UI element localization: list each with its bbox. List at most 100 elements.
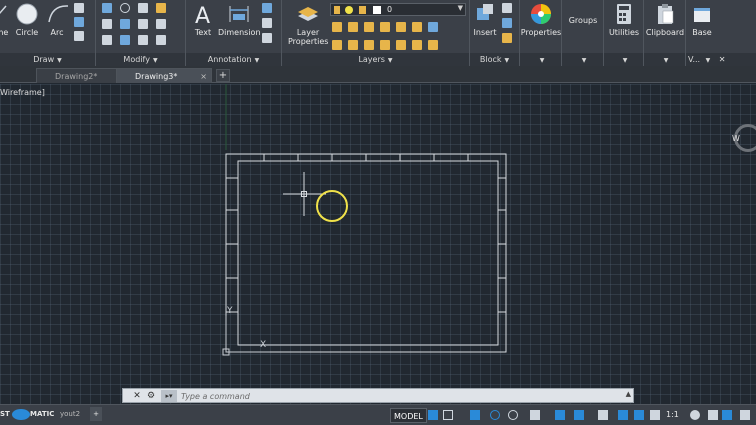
customization-icon[interactable] <box>740 410 750 420</box>
layer-previous-icon[interactable] <box>412 22 422 32</box>
layer-merge-icon[interactable] <box>396 40 406 50</box>
drawing-canvas[interactable]: Y X <box>0 84 756 404</box>
layer-current-icon[interactable] <box>428 22 438 32</box>
layer-unlock-icon[interactable] <box>364 40 374 50</box>
polar-icon[interactable] <box>490 410 500 420</box>
modify-panel-title[interactable]: Modify ▼ <box>96 53 185 66</box>
base-tool[interactable]: Base <box>686 2 718 37</box>
annotation-panel-title[interactable]: Annotation ▼ <box>186 53 281 66</box>
file-tab-bar: Drawing2* × Drawing3* × + <box>0 66 756 83</box>
layer-lock-icon[interactable] <box>380 22 390 32</box>
lineweight-icon[interactable] <box>574 410 584 420</box>
edit-block-icon[interactable] <box>502 18 512 28</box>
rectangle-icon[interactable] <box>74 3 84 13</box>
model-layout-tab[interactable]: ST <box>0 407 10 421</box>
grid-icon[interactable] <box>428 410 438 420</box>
layer-copy-icon[interactable] <box>428 40 438 50</box>
move-icon[interactable] <box>102 3 112 13</box>
circle-tool[interactable]: Circle <box>14 2 40 37</box>
annotation-scale-icon[interactable] <box>650 410 660 420</box>
transparency-icon[interactable] <box>598 410 608 420</box>
tab-drawing3[interactable]: Drawing3* × <box>116 68 212 83</box>
array-icon[interactable] <box>138 35 148 45</box>
isolate-objects-icon[interactable] <box>722 410 732 420</box>
utilities-tool[interactable]: Utilities <box>604 2 644 37</box>
explode-icon[interactable] <box>156 19 166 29</box>
clipboard-tool[interactable]: Clipboard <box>644 2 686 37</box>
visual-style-control[interactable]: Wireframe] <box>0 88 45 97</box>
command-history-icon[interactable]: ▸▾ <box>161 390 177 402</box>
model-space-button[interactable]: MODEL <box>390 408 427 423</box>
close-panel-icon[interactable]: ✕ <box>719 55 726 64</box>
plus-icon[interactable] <box>708 410 718 420</box>
layout1-tab[interactable]: MATIC <box>30 407 54 421</box>
leader-icon[interactable] <box>262 3 272 13</box>
scale-icon[interactable] <box>120 35 130 45</box>
copy-icon[interactable] <box>102 19 112 29</box>
annotation-visibility-icon[interactable] <box>618 410 628 420</box>
layer-delete-icon[interactable] <box>412 40 422 50</box>
mirror-icon[interactable] <box>120 19 130 29</box>
wrench-icon[interactable]: ⚙ <box>145 390 157 402</box>
layer-isolate-icon[interactable] <box>348 22 358 32</box>
outer-wall[interactable] <box>225 153 507 353</box>
trim-icon[interactable] <box>138 3 148 13</box>
layer-walk-icon[interactable] <box>380 40 390 50</box>
object-snap-tracking-icon[interactable] <box>530 410 540 420</box>
properties-panel-title[interactable]: ▼ <box>520 53 561 66</box>
layer-match-icon[interactable] <box>396 22 406 32</box>
autoscale-icon[interactable] <box>634 410 644 420</box>
inner-wall[interactable] <box>237 160 499 346</box>
gear-icon[interactable] <box>690 410 700 420</box>
layer-freeze-icon[interactable] <box>364 22 374 32</box>
command-input[interactable] <box>181 390 621 402</box>
close-command-line-icon[interactable]: ✕ <box>131 390 143 402</box>
block-small-tools <box>502 3 512 43</box>
layer-unisolate-icon[interactable] <box>332 40 342 50</box>
groups-tool[interactable]: Groups <box>562 16 604 25</box>
erase-icon[interactable] <box>156 3 166 13</box>
layer-thaw-icon[interactable] <box>348 40 358 50</box>
add-layout-button[interactable]: + <box>90 407 102 421</box>
object-snap-icon[interactable] <box>555 410 565 420</box>
fillet-icon[interactable] <box>138 19 148 29</box>
dimension-tool[interactable]: Dimension <box>218 2 261 37</box>
rotate-icon[interactable] <box>120 3 130 13</box>
close-icon[interactable]: × <box>200 69 207 84</box>
layout2-tab[interactable]: yout2 <box>60 407 80 421</box>
attribute-icon[interactable] <box>502 33 512 43</box>
polygon-icon[interactable] <box>74 31 84 41</box>
layers-panel-title[interactable]: Layers ▼ <box>282 53 469 66</box>
isodraft-icon[interactable] <box>508 410 518 420</box>
table-icon[interactable] <box>262 18 272 28</box>
chevron-up-icon[interactable]: ▲ <box>626 390 631 398</box>
insert-tool[interactable]: Insert <box>472 2 498 37</box>
hatch-icon[interactable] <box>74 17 84 27</box>
layer-off-icon[interactable] <box>332 22 342 32</box>
new-tab-button[interactable]: + <box>216 69 230 82</box>
layer-properties-tool[interactable]: Layer Properties <box>288 2 328 46</box>
modify-panel-title-text: Modify <box>123 55 150 64</box>
view-panel-title[interactable]: V... ▼ ✕ <box>686 53 756 66</box>
clipboard-panel-title[interactable]: ▼ <box>644 53 685 66</box>
viewcube[interactable]: W <box>732 124 756 152</box>
offset-icon[interactable] <box>156 35 166 45</box>
left-wall-ticks <box>226 177 238 313</box>
layer-dropdown[interactable]: 0 ▼ <box>330 3 466 16</box>
properties-tool[interactable]: Properties <box>520 2 562 37</box>
line-tool[interactable]: me <box>0 2 12 37</box>
create-block-icon[interactable] <box>502 3 512 13</box>
groups-panel-title[interactable]: ▼ <box>562 53 603 66</box>
markup-icon[interactable] <box>262 33 272 43</box>
ortho-icon[interactable] <box>470 410 480 420</box>
block-panel-title[interactable]: Block ▼ <box>470 53 519 66</box>
annotation-scale-value[interactable]: 1:1 <box>666 410 679 419</box>
arc-tool[interactable]: Arc <box>46 2 69 37</box>
text-tool[interactable]: A Text <box>190 2 216 37</box>
draw-panel-title[interactable]: Draw ▼ <box>0 53 95 66</box>
utilities-panel-title[interactable]: ▼ <box>604 53 643 66</box>
tab-drawing2-label: Drawing2* <box>55 72 98 81</box>
stretch-icon[interactable] <box>102 35 112 45</box>
snap-icon[interactable] <box>443 410 453 420</box>
groups-tool-label: Groups <box>568 16 598 25</box>
